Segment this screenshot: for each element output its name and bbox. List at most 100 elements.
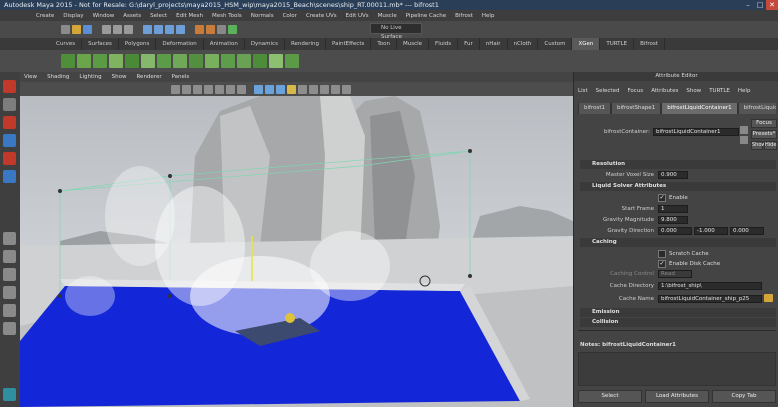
menu-mesh-tools[interactable]: Mesh Tools	[212, 13, 242, 19]
master-voxel-size-field[interactable]: 0.900	[658, 171, 688, 179]
ae-menu-show[interactable]: Show	[686, 88, 701, 94]
layout-four-icon[interactable]	[3, 250, 16, 263]
smooth-shade-icon[interactable]	[265, 84, 274, 94]
viewport-menu-show[interactable]: Show	[112, 74, 127, 80]
section-emission[interactable]: Emission	[580, 308, 776, 317]
save-scene-icon[interactable]	[83, 25, 92, 34]
layout-outliner-icon[interactable]	[3, 286, 16, 299]
menu-muscle[interactable]: Muscle	[378, 13, 397, 19]
textured-icon[interactable]	[276, 84, 285, 94]
cache-name-field[interactable]: bifrostLiquidContainer_ship_p25	[658, 295, 762, 303]
snap-point-icon[interactable]	[165, 25, 174, 34]
shelf-tab-painteffects[interactable]: PaintEffects	[326, 38, 372, 50]
layout-hypershade-icon[interactable]	[3, 322, 16, 335]
gravity-direction-z-field[interactable]: 0.000	[730, 227, 764, 235]
isolate-select-icon[interactable]	[331, 84, 340, 94]
ae-tab-bifrost1[interactable]: bifrost1	[578, 103, 611, 114]
shadows-icon[interactable]	[298, 84, 307, 94]
use-all-lights-icon[interactable]	[287, 84, 296, 94]
xgen-primitives-icon[interactable]	[93, 54, 107, 68]
anti-aliasing-icon[interactable]	[320, 84, 329, 94]
layout-side-icon[interactable]	[3, 268, 16, 281]
menu-display[interactable]: Display	[63, 13, 83, 19]
viewport-menu-lighting[interactable]: Lighting	[79, 74, 101, 80]
ae-menu-turtle[interactable]: TURTLE	[709, 88, 730, 94]
render-icon[interactable]	[195, 25, 204, 34]
shelf-tab-toon[interactable]: Toon	[371, 38, 397, 50]
start-frame-field[interactable]: 1	[658, 205, 688, 213]
copy-tab-button[interactable]: Copy Tab	[712, 390, 776, 403]
select-tool-icon[interactable]	[3, 80, 16, 93]
menu-pipeline-cache[interactable]: Pipeline Cache	[406, 13, 446, 19]
cache-directory-field[interactable]: 1:\bifrost_ship\	[658, 282, 762, 290]
shelf-tab-curves[interactable]: Curves	[50, 38, 83, 50]
minimize-button[interactable]: –	[742, 0, 754, 10]
xgen-render-icon[interactable]	[285, 54, 299, 68]
menu-window[interactable]: Window	[93, 13, 115, 19]
shelf-tab-deformation[interactable]: Deformation	[156, 38, 204, 50]
scratch-cache-row[interactable]: Scratch Cache	[658, 250, 709, 258]
gravity-direction-y-field[interactable]: -1.000	[694, 227, 728, 235]
ipr-render-icon[interactable]	[206, 25, 215, 34]
grid-toggle-icon[interactable]	[204, 84, 213, 94]
enable-checkbox-row[interactable]: ✓ Enable	[658, 194, 688, 202]
maximize-button[interactable]: □	[754, 0, 766, 10]
shelf-tab-fluids[interactable]: Fluids	[429, 38, 459, 50]
caching-control-dropdown[interactable]: Read	[658, 270, 692, 278]
load-attributes-button[interactable]: Load Attributes	[645, 390, 709, 403]
go-to-input-icon[interactable]	[740, 126, 748, 134]
open-scene-icon[interactable]	[72, 25, 81, 34]
menu-normals[interactable]: Normals	[251, 13, 274, 19]
section-liquid-solver[interactable]: Liquid Solver Attributes	[580, 182, 776, 191]
enable-disk-cache-checkbox[interactable]: ✓	[658, 260, 666, 268]
viewport-menu-shading[interactable]: Shading	[47, 74, 69, 80]
ambient-occlusion-icon[interactable]	[309, 84, 318, 94]
shelf-tab-ncloth[interactable]: nCloth	[508, 38, 539, 50]
gravity-direction-x-field[interactable]: 0.000	[658, 227, 692, 235]
menu-help[interactable]: Help	[482, 13, 495, 19]
resolution-gate-icon[interactable]	[226, 84, 235, 94]
viewport-menu-renderer[interactable]: Renderer	[136, 74, 161, 80]
safe-action-icon[interactable]	[237, 84, 246, 94]
move-tool-icon[interactable]	[3, 134, 16, 147]
shelf-tab-dynamics[interactable]: Dynamics	[245, 38, 285, 50]
xgen-guides-icon[interactable]	[109, 54, 123, 68]
xgen-noise-icon[interactable]	[221, 54, 235, 68]
new-scene-icon[interactable]	[61, 25, 70, 34]
live-surface-field[interactable]: No Live Surface	[370, 23, 422, 40]
ae-tab-bifrostshape1[interactable]: bifrostShape1	[610, 103, 662, 114]
shelf-tab-rendering[interactable]: Rendering	[285, 38, 327, 50]
ae-tab-liquidmesh[interactable]: bifrostLiquidMe	[737, 103, 776, 114]
paint-select-icon[interactable]	[3, 116, 16, 129]
menu-create[interactable]: Create	[36, 13, 54, 19]
hide-button[interactable]: Hide	[764, 141, 777, 150]
menu-edit-uvs[interactable]: Edit UVs	[346, 13, 369, 19]
bookmarks-icon[interactable]	[182, 84, 191, 94]
lasso-tool-icon[interactable]	[3, 98, 16, 111]
section-caching[interactable]: Caching	[580, 238, 776, 247]
presets-button[interactable]: Presets*	[751, 130, 777, 139]
select-button[interactable]: Select	[578, 390, 642, 403]
shelf-tab-bifrost[interactable]: Bifrost	[634, 38, 665, 50]
ae-menu-focus[interactable]: Focus	[627, 88, 643, 94]
hypershade-icon[interactable]	[228, 25, 237, 34]
layout-single-icon[interactable]	[3, 232, 16, 245]
section-resolution[interactable]: Resolution	[580, 160, 776, 169]
snap-grid-icon[interactable]	[143, 25, 152, 34]
shelf-tab-polygons[interactable]: Polygons	[119, 38, 157, 50]
close-button[interactable]: ✕	[766, 0, 778, 10]
menu-select[interactable]: Select	[150, 13, 167, 19]
wireframe-icon[interactable]	[254, 84, 263, 94]
gravity-magnitude-field[interactable]: 9.800	[658, 216, 688, 224]
section-collision[interactable]: Collision	[580, 318, 776, 327]
xgen-cut-icon[interactable]	[205, 54, 219, 68]
rotate-tool-icon[interactable]	[3, 152, 16, 165]
notes-text-area[interactable]	[578, 352, 776, 386]
film-gate-icon[interactable]	[215, 84, 224, 94]
ae-menu-selected[interactable]: Selected	[596, 88, 620, 94]
viewport-menu-view[interactable]: View	[24, 74, 37, 80]
menu-create-uvs[interactable]: Create UVs	[306, 13, 337, 19]
menu-edit-mesh[interactable]: Edit Mesh	[176, 13, 203, 19]
scratch-cache-checkbox[interactable]	[658, 250, 666, 258]
ae-menu-attributes[interactable]: Attributes	[651, 88, 678, 94]
